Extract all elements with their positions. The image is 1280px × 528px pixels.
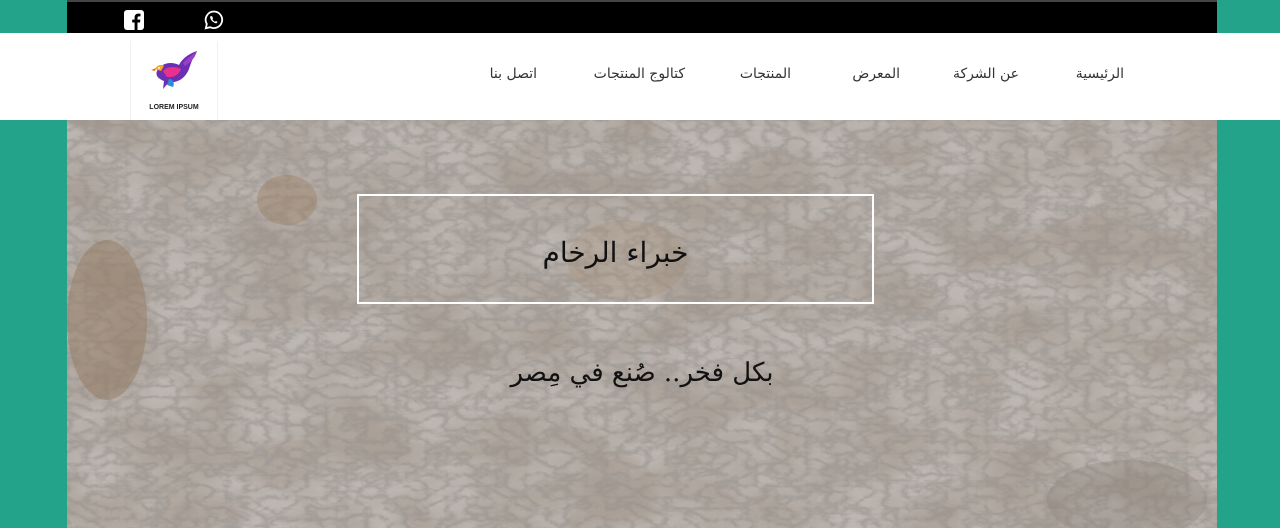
nav-gallery[interactable]: المعرض <box>852 66 900 82</box>
nav-contact[interactable]: اتصل بنا <box>490 66 537 82</box>
nav-about[interactable]: عن الشركة <box>953 66 1019 82</box>
hero-subtitle: بكل فخر.. صُنع في مِصر <box>510 358 774 388</box>
hero-banner: خبراء الرخام بكل فخر.. صُنع في مِصر <box>67 120 1217 528</box>
logo-text: LOREM IPSUM <box>149 104 199 111</box>
hero-title-box: خبراء الرخام <box>357 194 874 304</box>
nav-home[interactable]: الرئيسية <box>1076 66 1124 82</box>
nav-products[interactable]: المنتجات <box>740 66 791 82</box>
facebook-icon[interactable] <box>124 10 144 30</box>
marble-background <box>67 120 1217 528</box>
logo[interactable]: LOREM IPSUM <box>130 41 218 121</box>
bird-logo-icon <box>151 51 197 89</box>
site-header: LOREM IPSUM الرئيسية عن الشركة المعرض ال… <box>0 33 1280 121</box>
nav-catalog[interactable]: كتالوج المنتجات <box>594 66 685 82</box>
hero-title: خبراء الرخام <box>542 236 689 269</box>
top-bar <box>67 0 1217 33</box>
whatsapp-icon[interactable] <box>204 10 224 30</box>
